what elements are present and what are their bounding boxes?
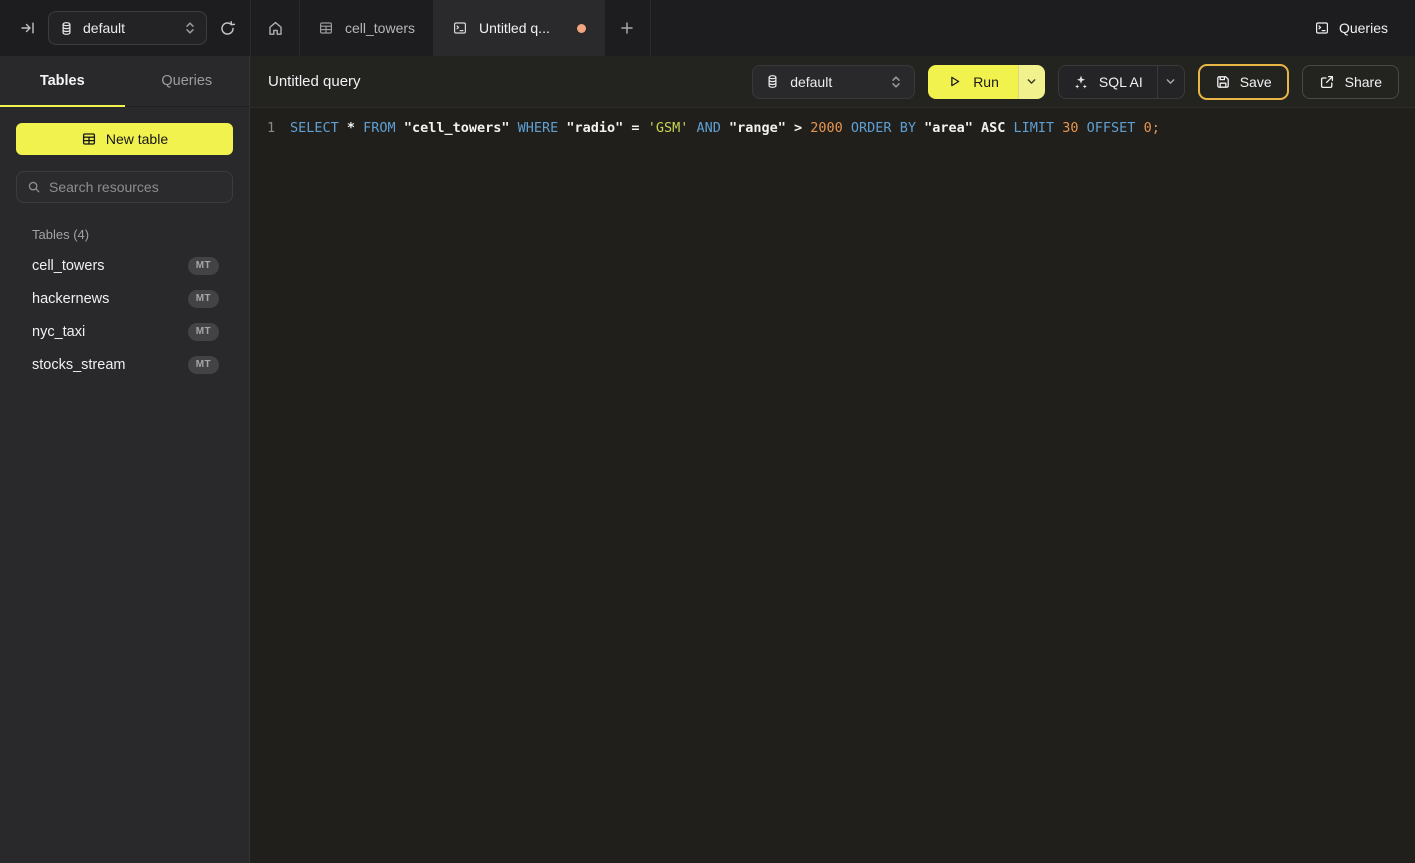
code-line: 1 SELECT * FROM "cell_towers" WHERE "rad… [250, 118, 1415, 138]
queries-label: Queries [1339, 20, 1388, 36]
chevron-up-down-icon [184, 21, 196, 35]
save-button[interactable]: Save [1198, 64, 1289, 100]
table-engine-badge: MT [188, 323, 219, 341]
sidebar: Tables Queries New table [0, 56, 250, 863]
query-icon [452, 20, 468, 36]
database-icon [59, 21, 74, 36]
tab-strip: cell_towers Untitled q... [250, 0, 1415, 56]
table-row-cell-towers[interactable]: cell_towers MT [0, 249, 249, 282]
table-row-hackernews[interactable]: hackernews MT [0, 282, 249, 315]
tab-cell-towers[interactable]: cell_towers [300, 0, 434, 56]
queries-icon [1314, 20, 1330, 36]
query-title: Untitled query [268, 73, 361, 90]
database-icon [765, 74, 780, 89]
table-row-stocks-stream[interactable]: stocks_stream MT [0, 348, 249, 381]
query-toolbar: Untitled query default [250, 56, 1415, 108]
toolbar-database-value: default [790, 74, 832, 90]
sql-ai-button-group: SQL AI [1058, 65, 1185, 99]
share-icon [1319, 74, 1335, 90]
search-icon [27, 180, 41, 194]
table-engine-badge: MT [188, 290, 219, 308]
collapse-right-icon [20, 20, 36, 36]
table-icon [318, 20, 334, 36]
app-window: default [0, 0, 1415, 863]
content-pane: Untitled query default [250, 56, 1415, 863]
database-selector[interactable]: default [48, 11, 207, 45]
home-icon [267, 20, 284, 37]
sidebar-tabs: Tables Queries [0, 56, 249, 107]
search-input[interactable] [49, 179, 222, 195]
new-table-button[interactable]: New table [16, 123, 233, 155]
database-selector-value: default [83, 20, 125, 36]
sql-ai-button[interactable]: SQL AI [1059, 66, 1157, 98]
unsaved-indicator-dot [577, 24, 586, 33]
sidebar-tab-label: Queries [161, 73, 212, 89]
top-bar-left: default [0, 0, 250, 56]
table-engine-badge: MT [188, 356, 219, 374]
sql-ai-label: SQL AI [1099, 74, 1143, 90]
run-label: Run [973, 74, 999, 90]
new-tab-button[interactable] [605, 0, 651, 56]
table-row-nyc-taxi[interactable]: nyc_taxi MT [0, 315, 249, 348]
refresh-button[interactable] [219, 20, 236, 37]
save-icon [1215, 74, 1231, 90]
share-button[interactable]: Share [1302, 65, 1399, 99]
tables-section-label: Tables (4) [32, 227, 233, 242]
table-name: cell_towers [32, 258, 105, 274]
refresh-icon [219, 20, 236, 37]
tab-label: cell_towers [345, 20, 415, 36]
play-icon [947, 74, 962, 89]
table-engine-badge: MT [188, 257, 219, 275]
code-line-content: SELECT * FROM "cell_towers" WHERE "radio… [290, 118, 1160, 138]
table-name: hackernews [32, 291, 109, 307]
tab-untitled-query[interactable]: Untitled q... [434, 0, 605, 56]
sql-ai-options-button[interactable] [1157, 66, 1184, 98]
new-table-label: New table [106, 131, 168, 147]
plus-icon [620, 21, 634, 35]
sql-editor[interactable]: 1 SELECT * FROM "cell_towers" WHERE "rad… [250, 108, 1415, 863]
search-resources[interactable] [16, 171, 233, 203]
tab-home[interactable] [251, 0, 300, 56]
main-area: Tables Queries New table [0, 56, 1415, 863]
top-bar: default [0, 0, 1415, 56]
toolbar-database-selector[interactable]: default [752, 65, 915, 99]
table-icon [81, 131, 97, 147]
run-button[interactable]: Run [928, 65, 1018, 99]
chevron-down-icon [1165, 76, 1176, 87]
collapse-sidebar-button[interactable] [20, 20, 36, 36]
run-options-button[interactable] [1018, 65, 1045, 99]
sparkles-icon [1073, 74, 1089, 90]
line-number: 1 [250, 118, 280, 138]
chevron-down-icon [1026, 76, 1037, 87]
run-button-group: Run [928, 65, 1045, 99]
save-label: Save [1240, 74, 1272, 90]
table-name: nyc_taxi [32, 324, 85, 340]
sidebar-tab-label: Tables [40, 73, 85, 89]
tab-label: Untitled q... [479, 20, 550, 36]
share-label: Share [1345, 74, 1382, 90]
table-name: stocks_stream [32, 357, 125, 373]
queries-menu-button[interactable]: Queries [1314, 0, 1415, 56]
chevron-up-down-icon [890, 75, 902, 89]
sidebar-tab-queries[interactable]: Queries [125, 56, 250, 106]
sidebar-tab-tables[interactable]: Tables [0, 56, 125, 106]
